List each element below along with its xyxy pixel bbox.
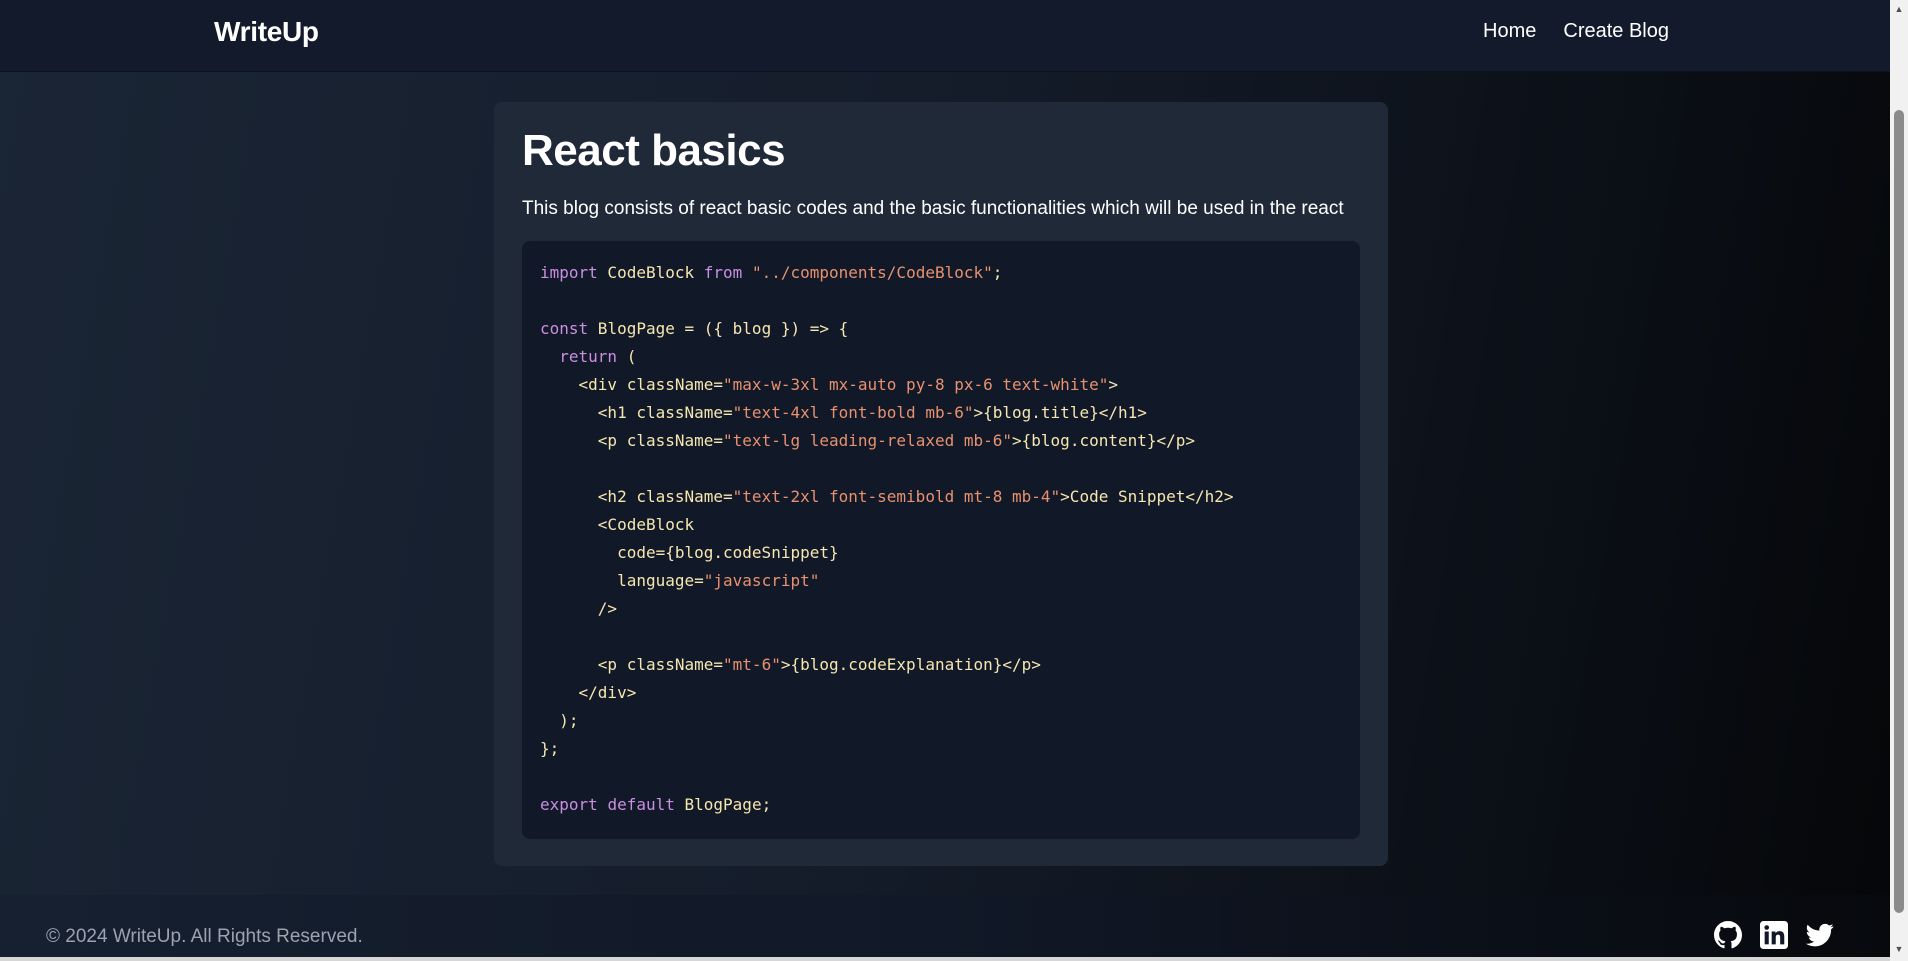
code-text: <h1 className=	[540, 403, 733, 422]
code-keyword: export	[540, 795, 598, 814]
code-text: <div className=	[540, 375, 724, 394]
code-text: BlogPage = ({ blog }) => {	[588, 319, 849, 338]
code-keyword: default	[607, 795, 675, 814]
footer: © 2024 WriteUp. All Rights Reserved.	[0, 895, 1890, 961]
code-text: </div>	[540, 683, 637, 702]
code-line: const BlogPage = ({ blog }) => {	[540, 315, 1342, 343]
nav-links: Home Create Blog	[1483, 20, 1669, 43]
code-block: import CodeBlock from "../components/Cod…	[522, 241, 1360, 839]
code-line: <h1 className="text-4xl font-bold mb-6">…	[540, 399, 1342, 427]
blog-card: React basics This blog consists of react…	[494, 102, 1388, 866]
code-line: code={blog.codeSnippet}	[540, 539, 1342, 567]
vertical-scrollbar[interactable]: ▲ ▼	[1890, 0, 1908, 961]
nav-home-link[interactable]: Home	[1483, 20, 1536, 43]
code-text: />	[540, 599, 618, 618]
code-keyword: from	[703, 263, 743, 282]
code-line: import CodeBlock from "../components/Cod…	[540, 259, 1342, 287]
code-text: >{blog.codeExplanation}</p>	[780, 655, 1041, 674]
code-line: <p className="mt-6">{blog.codeExplanatio…	[540, 651, 1342, 679]
code-text: >{blog.title}</h1>	[973, 403, 1147, 422]
code-keyword: return	[559, 347, 618, 366]
code-text: <p className=	[540, 431, 724, 450]
code-line: <p className="text-lg leading-relaxed mb…	[540, 427, 1342, 455]
code-line: </div>	[540, 679, 1342, 707]
code-string: "mt-6"	[723, 655, 781, 674]
code-line: export default BlogPage;	[540, 791, 1342, 819]
code-string: "max-w-3xl mx-auto py-8 px-6 text-white"	[723, 375, 1109, 394]
code-line: };	[540, 735, 1342, 763]
code-line: );	[540, 707, 1342, 735]
code-text: BlogPage;	[674, 795, 772, 814]
window-bottom-edge	[0, 957, 1890, 961]
linkedin-icon[interactable]	[1760, 921, 1788, 949]
code-keyword: const	[540, 319, 589, 338]
code-text: >Code Snippet</h2>	[1060, 487, 1234, 506]
code-line: <CodeBlock	[540, 511, 1342, 539]
code-string: "../components/CodeBlock"	[751, 263, 993, 282]
blog-title: React basics	[522, 126, 786, 175]
scroll-down-arrow-icon[interactable]: ▼	[1890, 940, 1908, 957]
code-text: CodeBlock	[597, 263, 704, 282]
code-line: />	[540, 595, 1342, 623]
code-text: <CodeBlock	[540, 515, 695, 534]
blog-description: This blog consists of react basic codes …	[522, 198, 1344, 219]
code-string: "javascript"	[703, 571, 820, 590]
code-line: <div className="max-w-3xl mx-auto py-8 p…	[540, 371, 1342, 399]
copyright-text: © 2024 WriteUp. All Rights Reserved.	[46, 926, 363, 947]
navbar: WriteUp Home Create Blog	[0, 0, 1890, 72]
code-text: code={blog.codeSnippet}	[540, 543, 839, 562]
code-text: >{blog.content}</p>	[1012, 431, 1196, 450]
github-icon[interactable]	[1714, 921, 1742, 949]
code-keyword: import	[540, 263, 598, 282]
scroll-up-arrow-icon[interactable]: ▲	[1890, 0, 1908, 17]
scrollbar-thumb[interactable]	[1894, 110, 1904, 913]
code-text: );	[540, 711, 579, 730]
code-text: <h2 className=	[540, 487, 733, 506]
code-string: "text-4xl font-bold mb-6"	[732, 403, 974, 422]
code-line: language="javascript"	[540, 567, 1342, 595]
code-text: };	[540, 739, 560, 758]
code-line: return (	[540, 343, 1342, 371]
twitter-icon[interactable]	[1806, 921, 1834, 949]
social-links	[1714, 921, 1834, 949]
code-text: >	[1108, 375, 1118, 394]
nav-create-blog-link[interactable]: Create Blog	[1563, 20, 1669, 43]
code-string: "text-2xl font-semibold mt-8 mb-4"	[732, 487, 1061, 506]
code-text: <p className=	[540, 655, 724, 674]
code-text: language=	[540, 571, 704, 590]
brand-logo[interactable]: WriteUp	[214, 16, 319, 48]
code-text: ;	[992, 263, 1003, 282]
code-string: "text-lg leading-relaxed mb-6"	[723, 431, 1013, 450]
code-text: (	[617, 347, 637, 366]
code-line: <h2 className="text-2xl font-semibold mt…	[540, 483, 1342, 511]
